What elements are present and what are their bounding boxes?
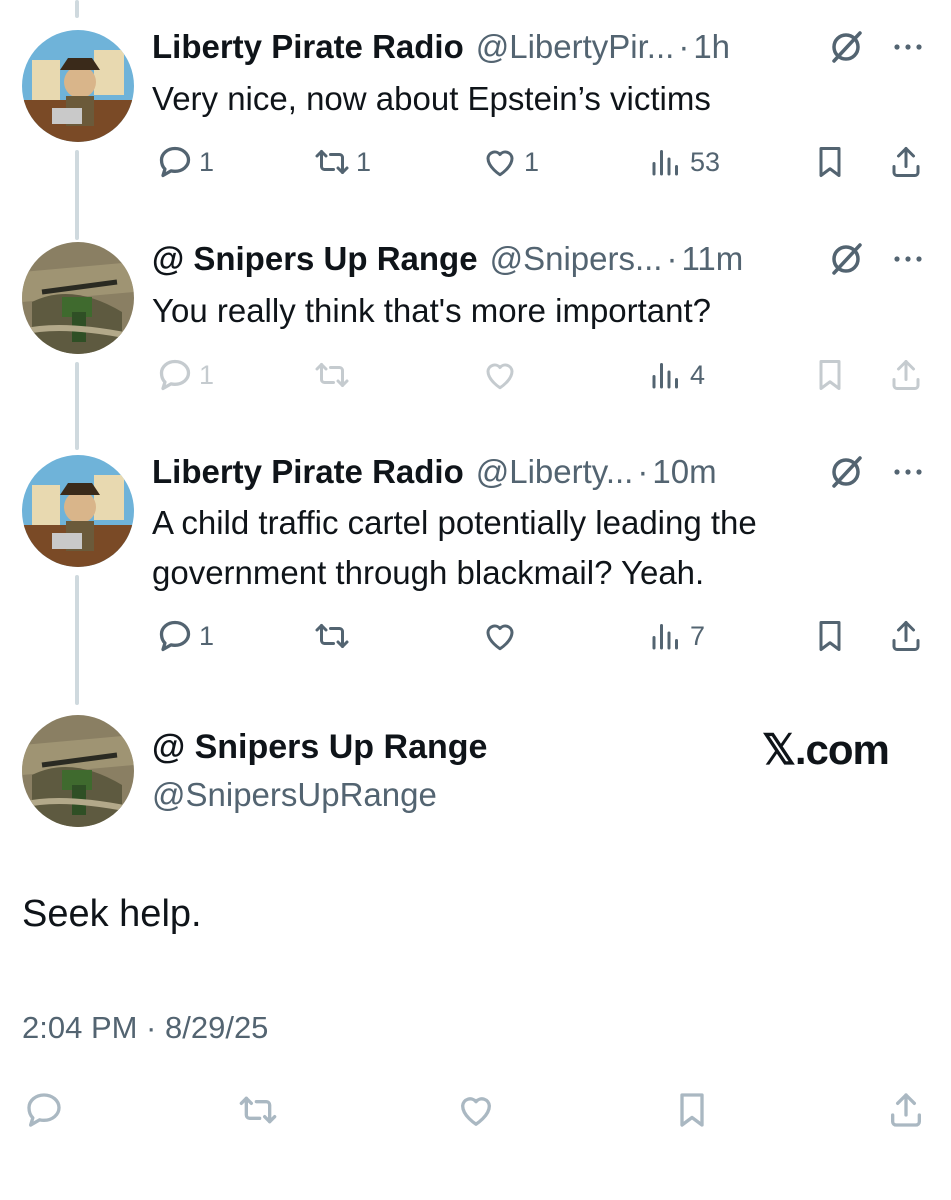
reply-icon bbox=[159, 620, 191, 652]
display-name[interactable]: Liberty Pirate Radio bbox=[152, 28, 464, 66]
reply-button[interactable] bbox=[24, 1090, 64, 1130]
tweet-text: A child traffic cartel potentially leadi… bbox=[152, 498, 912, 598]
tweet-time[interactable]: 10m bbox=[652, 453, 716, 491]
reply-icon bbox=[159, 359, 191, 391]
tweet-actions: 1 4 bbox=[0, 355, 951, 395]
reply-button[interactable]: 1 bbox=[157, 616, 214, 656]
more-icon[interactable] bbox=[890, 29, 926, 65]
bookmark-icon bbox=[819, 147, 841, 177]
separator-dot: · bbox=[666, 240, 678, 277]
like-button[interactable]: 1 bbox=[482, 142, 539, 182]
sniper-avatar[interactable] bbox=[22, 715, 134, 827]
display-name[interactable]: Liberty Pirate Radio bbox=[152, 453, 464, 491]
reply-button[interactable]: 1 bbox=[157, 355, 214, 395]
share-icon bbox=[892, 360, 920, 390]
bookmark-icon bbox=[819, 360, 841, 390]
share-button[interactable] bbox=[888, 142, 924, 182]
more-icon[interactable] bbox=[890, 454, 926, 490]
like-count: 1 bbox=[524, 146, 540, 177]
views-icon bbox=[652, 150, 678, 176]
repost-icon bbox=[315, 624, 349, 648]
heart-icon bbox=[486, 363, 514, 390]
share-icon bbox=[892, 621, 920, 651]
share-icon bbox=[892, 147, 920, 177]
tweet-text-line: Very nice, now about Epstein’s victims bbox=[152, 80, 711, 117]
reply-icon bbox=[159, 146, 191, 178]
tweet-text: You really think that's more important? bbox=[152, 286, 912, 336]
tweet-text-line: A child traffic cartel potentially leadi… bbox=[152, 504, 757, 541]
tweet-header: @ Snipers Up Range @Snipers... · 11m bbox=[152, 239, 743, 279]
grok-icon[interactable] bbox=[828, 29, 864, 65]
repost-icon bbox=[315, 150, 349, 174]
views-button[interactable]: 7 bbox=[648, 616, 705, 656]
tweet-timestamp[interactable]: 2:04 PM · 8/29/25 bbox=[22, 1010, 268, 1046]
main-tweet-text: Seek help. bbox=[22, 893, 202, 935]
views-icon bbox=[652, 624, 678, 650]
bookmark-button[interactable] bbox=[672, 1090, 712, 1130]
user-handle[interactable]: @Liberty... bbox=[476, 453, 634, 491]
repost-button[interactable] bbox=[314, 355, 350, 395]
main-display-name[interactable]: @ Snipers Up Range bbox=[152, 728, 487, 767]
views-icon bbox=[652, 363, 678, 389]
bookmark-button[interactable] bbox=[812, 355, 848, 395]
user-handle[interactable]: @LibertyPir... bbox=[476, 28, 675, 66]
sniper-avatar[interactable] bbox=[22, 242, 134, 354]
heart-icon bbox=[486, 624, 514, 651]
views-count: 7 bbox=[690, 620, 706, 651]
separator-dot: · bbox=[637, 453, 649, 490]
separator-dot: · bbox=[678, 28, 690, 65]
bookmark-button[interactable] bbox=[812, 142, 848, 182]
grok-icon[interactable] bbox=[828, 454, 864, 490]
tweet-header: Liberty Pirate Radio @LibertyPir... · 1h bbox=[152, 27, 730, 67]
share-button[interactable] bbox=[888, 616, 924, 656]
reply-button[interactable]: 1 bbox=[157, 142, 214, 182]
share-button[interactable] bbox=[888, 355, 924, 395]
bookmark-icon bbox=[819, 621, 841, 651]
reply-count: 1 bbox=[199, 146, 215, 177]
like-button[interactable] bbox=[482, 616, 518, 656]
views-count: 53 bbox=[690, 146, 721, 177]
repost-button[interactable]: 1 bbox=[314, 142, 371, 182]
repost-button[interactable] bbox=[238, 1090, 278, 1130]
display-name[interactable]: @ Snipers Up Range bbox=[152, 240, 478, 278]
user-handle[interactable]: @Snipers... bbox=[490, 240, 663, 278]
views-button[interactable]: 4 bbox=[648, 355, 705, 395]
share-button[interactable] bbox=[886, 1090, 926, 1130]
like-button[interactable] bbox=[456, 1090, 496, 1130]
repost-button[interactable] bbox=[314, 616, 350, 656]
reply-icon bbox=[27, 1093, 61, 1127]
main-tweet-actions bbox=[0, 1090, 951, 1134]
tweet-text-line: You really think that's more important? bbox=[152, 292, 712, 329]
more-icon[interactable] bbox=[890, 241, 926, 277]
main-user-handle[interactable]: @SnipersUpRange bbox=[152, 776, 437, 814]
grok-icon[interactable] bbox=[828, 241, 864, 277]
x-com-watermark: 𝕏.com bbox=[762, 726, 890, 773]
tweet-actions: 1 7 bbox=[0, 616, 951, 656]
heart-icon bbox=[486, 150, 514, 177]
tweet-header: Liberty Pirate Radio @Liberty... · 10m bbox=[152, 452, 717, 492]
heart-icon bbox=[461, 1097, 491, 1126]
views-button[interactable]: 53 bbox=[648, 142, 720, 182]
tweet-time[interactable]: 1h bbox=[693, 28, 730, 66]
tweet-time[interactable]: 11m bbox=[681, 240, 743, 278]
pirate-avatar[interactable] bbox=[22, 30, 134, 142]
tweet-text: Very nice, now about Epstein’s victims bbox=[152, 74, 912, 124]
reply-count: 1 bbox=[199, 359, 215, 390]
like-button[interactable] bbox=[482, 355, 518, 395]
bookmark-button[interactable] bbox=[812, 616, 848, 656]
repost-count: 1 bbox=[356, 146, 372, 177]
reply-count: 1 bbox=[199, 620, 215, 651]
repost-icon bbox=[315, 363, 349, 387]
bookmark-icon bbox=[680, 1093, 704, 1127]
tweet-text-line: government through blackmail? Yeah. bbox=[152, 554, 705, 591]
views-count: 4 bbox=[690, 359, 706, 390]
pirate-avatar[interactable] bbox=[22, 455, 134, 567]
repost-icon bbox=[239, 1096, 277, 1124]
share-icon bbox=[891, 1093, 921, 1127]
thread-line-top bbox=[75, 0, 79, 18]
tweet-actions: 1 1 1 53 bbox=[0, 142, 951, 182]
